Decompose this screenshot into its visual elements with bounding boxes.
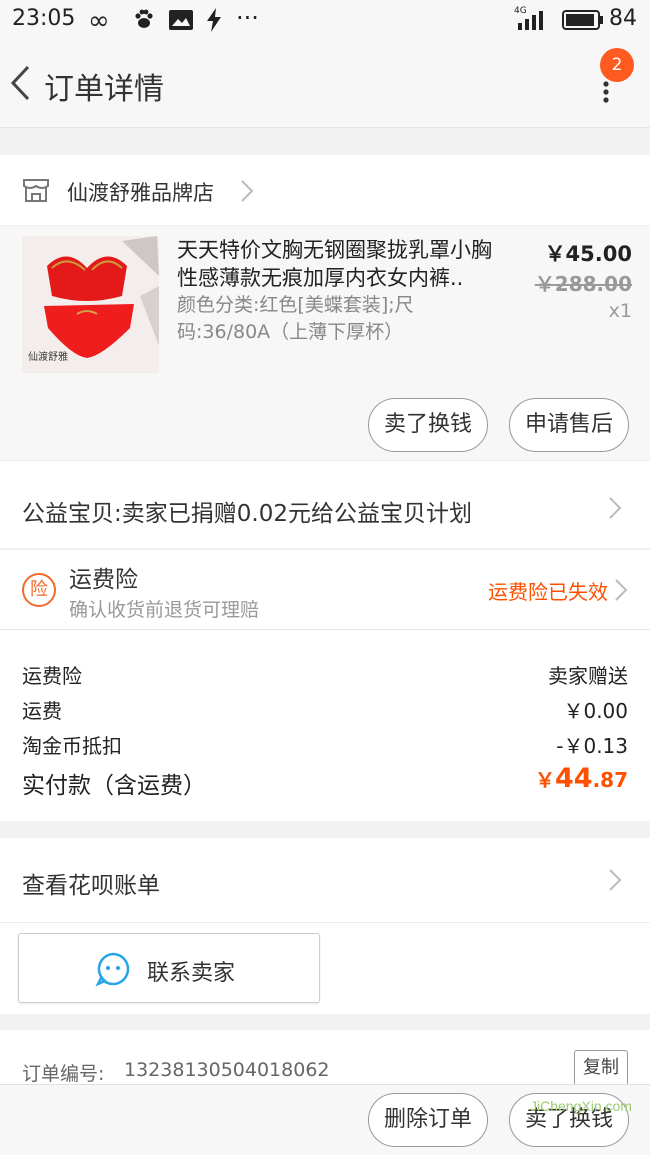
total-decimal: .87 bbox=[592, 768, 628, 792]
battery-level: 84 bbox=[609, 6, 637, 31]
shipping-insurance-row[interactable]: 险 运费险 确认收货前退货可理赔 运费险已失效 bbox=[0, 549, 650, 629]
chevron-right-icon bbox=[614, 578, 628, 606]
image-icon bbox=[168, 9, 194, 35]
product-price: ￥45.00 bbox=[544, 242, 632, 266]
shop-icon bbox=[22, 177, 50, 207]
page-title: 订单详情 bbox=[44, 72, 164, 107]
fee-label: 淘金币抵扣 bbox=[22, 734, 122, 758]
chevron-right-icon bbox=[608, 868, 622, 896]
fee-summary: 运费险 卖家赠送 运费 ￥0.00 淘金币抵扣 -￥0.13 实付款（含运费） … bbox=[0, 629, 650, 821]
shop-row[interactable]: 仙渡舒雅品牌店 bbox=[0, 155, 650, 225]
order-item[interactable]: 仙渡舒雅 天天特价文胸无钢圈聚拢乳罩小胸性感薄款无痕加厚内衣女内裤.. 颜色分类… bbox=[0, 226, 650, 460]
bottom-action-bar: 删除订单 卖了换钱 bbox=[0, 1084, 650, 1155]
total-amount: ￥44.87 bbox=[428, 763, 628, 794]
shop-name: 仙渡舒雅品牌店 bbox=[67, 181, 214, 205]
request-aftersale-button[interactable]: 申请售后 bbox=[509, 398, 629, 452]
signal-icon bbox=[516, 9, 550, 35]
total-label: 实付款（含运费） bbox=[22, 773, 206, 799]
chevron-right-icon bbox=[608, 496, 622, 524]
product-thumbnail[interactable]: 仙渡舒雅 bbox=[22, 236, 159, 373]
total-currency: ￥ bbox=[534, 768, 555, 792]
message-badge: 2 bbox=[600, 48, 634, 82]
huabei-text: 查看花呗账单 bbox=[22, 873, 160, 899]
sell-for-cash-button[interactable]: 卖了换钱 bbox=[368, 398, 488, 452]
thumbnail-brand-text: 仙渡舒雅 bbox=[28, 352, 68, 363]
flash-icon bbox=[205, 7, 223, 37]
battery-icon bbox=[562, 9, 604, 35]
order-number-row: 订单编号: 13238130504018062 复制 bbox=[0, 1030, 650, 1090]
more-notifications-icon: ··· bbox=[236, 4, 259, 32]
product-spec: 颜色分类:红色[美蝶套装];尺码:36/80A（上薄下厚杯） bbox=[177, 294, 414, 343]
fee-label: 运费 bbox=[22, 699, 62, 723]
fee-value: 卖家赠送 bbox=[548, 664, 628, 688]
fee-label: 运费险 bbox=[22, 664, 82, 688]
fee-value: -￥0.13 bbox=[556, 734, 628, 758]
chevron-right-icon bbox=[240, 179, 254, 207]
charity-row[interactable]: 公益宝贝:卖家已捐赠0.02元给公益宝贝计划 bbox=[0, 460, 650, 548]
watermark: JiChengXin.com bbox=[530, 1098, 632, 1114]
delete-order-button[interactable]: 删除订单 bbox=[368, 1093, 488, 1147]
contact-seller-button[interactable]: 联系卖家 bbox=[18, 933, 320, 1003]
paw-icon bbox=[132, 8, 156, 36]
status-bar: 23:05 ∞ ··· 4G 84 bbox=[0, 0, 650, 40]
copy-button[interactable]: 复制 bbox=[574, 1050, 628, 1086]
total-integer: 44 bbox=[554, 763, 593, 794]
fee-value: ￥0.00 bbox=[563, 699, 628, 723]
insurance-title: 运费险 bbox=[69, 567, 138, 593]
more-vertical-icon[interactable] bbox=[601, 80, 611, 108]
insurance-subtitle: 确认收货前退货可理赔 bbox=[69, 599, 260, 621]
contact-seller-label: 联系卖家 bbox=[147, 961, 236, 986]
clock: 23:05 bbox=[12, 6, 76, 31]
insurance-icon: 险 bbox=[22, 573, 56, 607]
insurance-status: 运费险已失效 bbox=[488, 580, 608, 604]
chat-bubble-icon bbox=[95, 951, 131, 991]
infinity-icon: ∞ bbox=[88, 6, 110, 36]
huabei-bill-row[interactable]: 查看花呗账单 bbox=[0, 838, 650, 922]
nav-bar: 订单详情 bbox=[0, 40, 650, 128]
charity-text: 公益宝贝:卖家已捐赠0.02元给公益宝贝计划 bbox=[22, 501, 472, 527]
order-number-label: 订单编号: bbox=[22, 1063, 105, 1085]
product-quantity: x1 bbox=[608, 300, 632, 322]
contact-section: 联系卖家 bbox=[0, 922, 650, 1014]
product-original-price: ￥288.00 bbox=[534, 272, 632, 296]
back-arrow-icon[interactable] bbox=[6, 64, 36, 106]
order-number: 13238130504018062 bbox=[124, 1059, 330, 1081]
product-title[interactable]: 天天特价文胸无钢圈聚拢乳罩小胸性感薄款无痕加厚内衣女内裤.. bbox=[177, 236, 502, 292]
